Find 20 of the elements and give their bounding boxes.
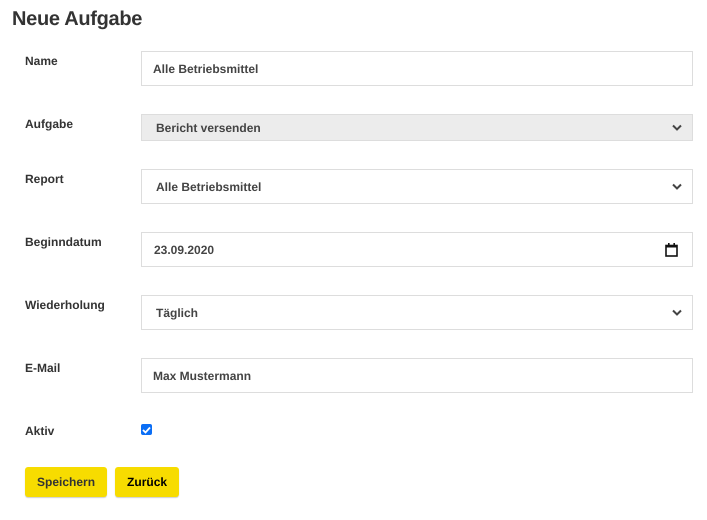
dropdown[interactable]: Täglich: [141, 295, 693, 330]
calendar-icon[interactable]: [665, 242, 678, 256]
field-label: Report: [25, 171, 65, 186]
field-label: Beginndatum: [25, 234, 103, 249]
field-label: E-Mail: [25, 360, 62, 375]
input-field[interactable]: Alle Betriebsmittel: [141, 51, 693, 86]
checkbox[interactable]: [141, 424, 152, 435]
dropdown[interactable]: Alle Betriebsmittel: [141, 169, 693, 204]
chevron-icon: [672, 309, 682, 316]
field-label: Name: [25, 53, 59, 68]
save-button[interactable]: Speichern: [25, 467, 108, 497]
date-field[interactable]: 23.09.2020: [141, 232, 693, 267]
field-label: Aktiv: [25, 423, 56, 438]
chevron-icon: [672, 124, 682, 131]
back-button[interactable]: Zurück: [115, 467, 180, 497]
field-label: Aufgabe: [25, 116, 74, 131]
chevron-icon: [672, 183, 682, 190]
field-label: Wiederholung: [25, 297, 106, 312]
page-title: Neue Aufgabe: [12, 8, 144, 31]
input-field[interactable]: Max Mustermann: [141, 358, 693, 393]
